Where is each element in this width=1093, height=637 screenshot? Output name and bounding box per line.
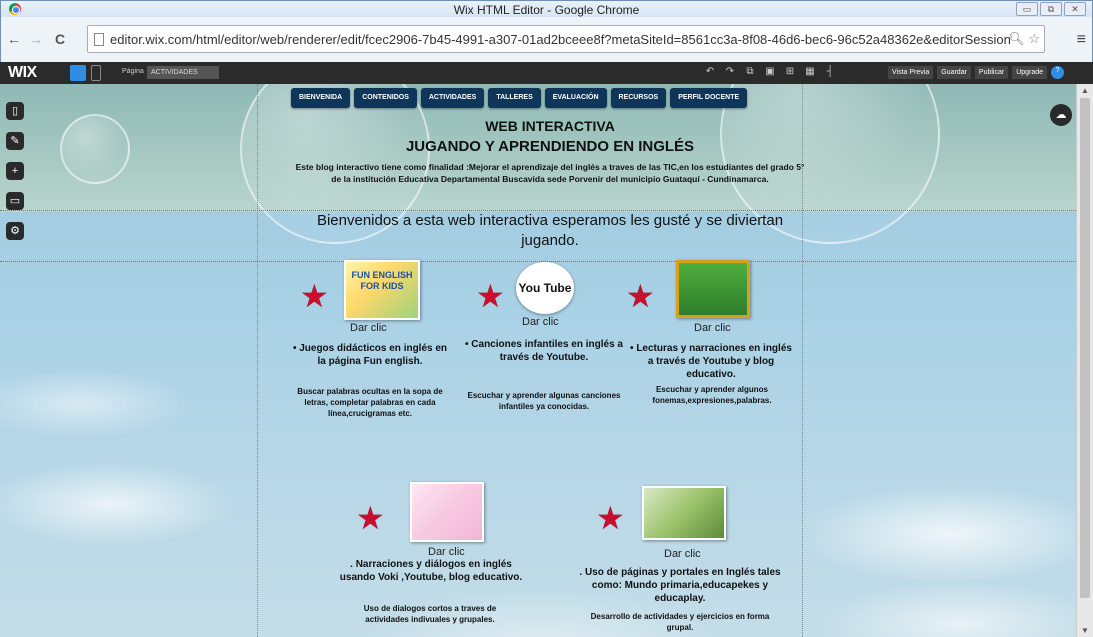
desktop-view-icon[interactable] (70, 65, 86, 81)
settings-icon[interactable]: ⚙ (6, 222, 24, 240)
close-button[interactable]: ✕ (1064, 2, 1086, 16)
card-detail: Escuchar y aprender algunas canciones in… (467, 391, 621, 411)
page-scrollbar[interactable]: ▲ ▼ (1076, 84, 1093, 637)
card-detail: Buscar palabras ocultas en la sopa de le… (297, 387, 443, 418)
star-icon: ★ (476, 278, 505, 314)
zoom-icon[interactable]: 🔍︎ ☆ (1008, 31, 1040, 47)
save-button[interactable]: Guardar (937, 66, 971, 79)
browser-toolbar: ← → C editor.wix.com/html/editor/web/ren… (1, 17, 1092, 63)
scroll-up-icon[interactable]: ▲ (1081, 86, 1089, 95)
site-nav: BIENVENIDA CONTENIDOS ACTIVIDADES TALLER… (291, 88, 748, 108)
page-label: Página (122, 68, 144, 75)
redo-icon[interactable]: ↷ (724, 66, 736, 77)
card-heading: . Narraciones y diálogos en inglés usand… (339, 559, 523, 583)
dar-clic-link[interactable]: Dar clic (694, 322, 731, 334)
editor-canvas: BIENVENIDA CONTENIDOS ACTIVIDADES TALLER… (0, 84, 1076, 637)
media-icon[interactable]: ▭ (6, 192, 24, 210)
star-icon: ★ (626, 278, 655, 314)
narraciones-thumbnail[interactable] (410, 482, 484, 542)
wix-logo[interactable]: WIX (8, 64, 37, 82)
paste-icon[interactable]: ▣ (764, 66, 776, 77)
card-detail: Uso de dialogos cortos a traves de activ… (363, 604, 497, 624)
activity-card: ★ FUN ENGLISH FOR KIDS Dar clic • Juegos… (290, 260, 460, 440)
star-icon: ★ (356, 500, 385, 536)
card-heading: • Canciones infantiles en inglés a travé… (465, 339, 623, 363)
star-icon: ★ (596, 500, 625, 536)
nav-perfil-docente[interactable]: PERFIL DOCENTE (670, 88, 748, 108)
help-icon[interactable]: ? (1051, 66, 1065, 79)
chat-icon[interactable]: ☁ (1050, 104, 1072, 126)
wix-tools: ↶ ↷ ⧉ ▣ ⊞ ▦ ┤ (704, 66, 836, 77)
nav-recursos[interactable]: RECURSOS (610, 88, 667, 108)
portales-thumbnail[interactable] (642, 486, 726, 540)
snap-icon[interactable]: ▦ (804, 66, 816, 77)
nav-talleres[interactable]: TALLERES (488, 88, 541, 108)
copy-icon[interactable]: ⧉ (744, 66, 756, 77)
activity-card: ★ Dar clic • Lecturas y narraciones en i… (620, 260, 800, 440)
add-icon[interactable]: + (6, 162, 24, 180)
page-select[interactable]: ACTIVIDADES (147, 66, 219, 79)
card-detail: Desarrollo de actividades y ejercicios e… (590, 612, 770, 632)
window-title: Wix HTML Editor - Google Chrome (453, 3, 640, 17)
card-detail: Escuchar y aprender algunos fonemas,expr… (652, 385, 772, 405)
scroll-down-icon[interactable]: ▼ (1081, 626, 1089, 635)
reload-icon[interactable]: C (55, 31, 65, 47)
back-icon[interactable]: ← (7, 31, 21, 47)
site-subtitle: JUGANDO Y APRENDIENDO EN INGLÉS (405, 138, 695, 155)
layout-guide (257, 84, 258, 637)
design-icon[interactable]: ✎ (6, 132, 24, 150)
lecturas-thumbnail[interactable] (676, 260, 750, 318)
card-heading: • Juegos didácticos en inglés en la pági… (292, 343, 448, 367)
pages-icon[interactable]: ▯ (6, 102, 24, 120)
grid-icon[interactable]: ⊞ (784, 66, 796, 77)
youtube-thumbnail[interactable]: You Tube (516, 262, 574, 314)
dar-clic-link[interactable]: Dar clic (428, 546, 465, 558)
title-bar: Wix HTML Editor - Google Chrome ▭ ⧉ ✕ (1, 1, 1092, 17)
minimize-button[interactable]: ▭ (1016, 2, 1038, 16)
maximize-button[interactable]: ⧉ (1040, 2, 1062, 16)
activity-card: ★ You Tube Dar clic • Canciones infantil… (464, 260, 634, 440)
nav-evaluacion[interactable]: EVALUACIÓN (544, 88, 607, 108)
dar-clic-link[interactable]: Dar clic (664, 548, 701, 560)
card-heading: . Uso de páginas y portales en Inglés ta… (579, 567, 781, 604)
dar-clic-link[interactable]: Dar clic (350, 322, 387, 334)
site-description: Este blog interactivo tiene como finalid… (295, 162, 805, 184)
wix-actions: Vista Previa Guardar Publicar Upgrade ? (888, 66, 1065, 79)
nav-bienvenida[interactable]: BIENVENIDA (291, 88, 351, 108)
publish-button[interactable]: Publicar (974, 66, 1009, 79)
activity-card: ★ Dar clic . Narraciones y diálogos en i… (330, 482, 530, 637)
upgrade-button[interactable]: Upgrade (1012, 66, 1048, 79)
fun-english-thumbnail[interactable]: FUN ENGLISH FOR KIDS (344, 260, 420, 320)
url-text[interactable]: editor.wix.com/html/editor/web/renderer/… (110, 32, 1010, 47)
nav-contenidos[interactable]: CONTENIDOS (354, 88, 417, 108)
editor-side-tools: ▯ ✎ + ▭ ⚙ (6, 102, 24, 240)
welcome-text: Bienvenidos a esta web interactiva esper… (316, 212, 784, 249)
activity-card: ★ Dar clic . Uso de páginas y portales e… (570, 484, 790, 637)
page-icon (94, 33, 104, 46)
bubble-decoration (60, 114, 130, 184)
site-title: WEB INTERACTIVA (485, 118, 615, 134)
mobile-view-icon[interactable] (91, 65, 101, 81)
star-icon: ★ (300, 278, 329, 314)
ruler-icon[interactable]: ┤ (824, 66, 836, 77)
forward-icon[interactable]: → (29, 31, 43, 47)
undo-icon[interactable]: ↶ (704, 66, 716, 77)
dar-clic-link[interactable]: Dar clic (522, 316, 559, 328)
address-bar[interactable]: editor.wix.com/html/editor/web/renderer/… (87, 25, 1045, 53)
wix-editor-bar: WIX Página ACTIVIDADES ↶ ↷ ⧉ ▣ ⊞ ▦ ┤ Vis… (0, 62, 1093, 84)
menu-icon[interactable]: ≡ (1077, 31, 1086, 49)
card-heading: • Lecturas y narraciones en inglés a tra… (630, 343, 792, 380)
nav-actividades[interactable]: ACTIVIDADES (420, 88, 485, 108)
window-controls: ▭ ⧉ ✕ (1016, 2, 1086, 16)
scroll-thumb[interactable] (1080, 98, 1090, 598)
preview-button[interactable]: Vista Previa (888, 66, 934, 79)
